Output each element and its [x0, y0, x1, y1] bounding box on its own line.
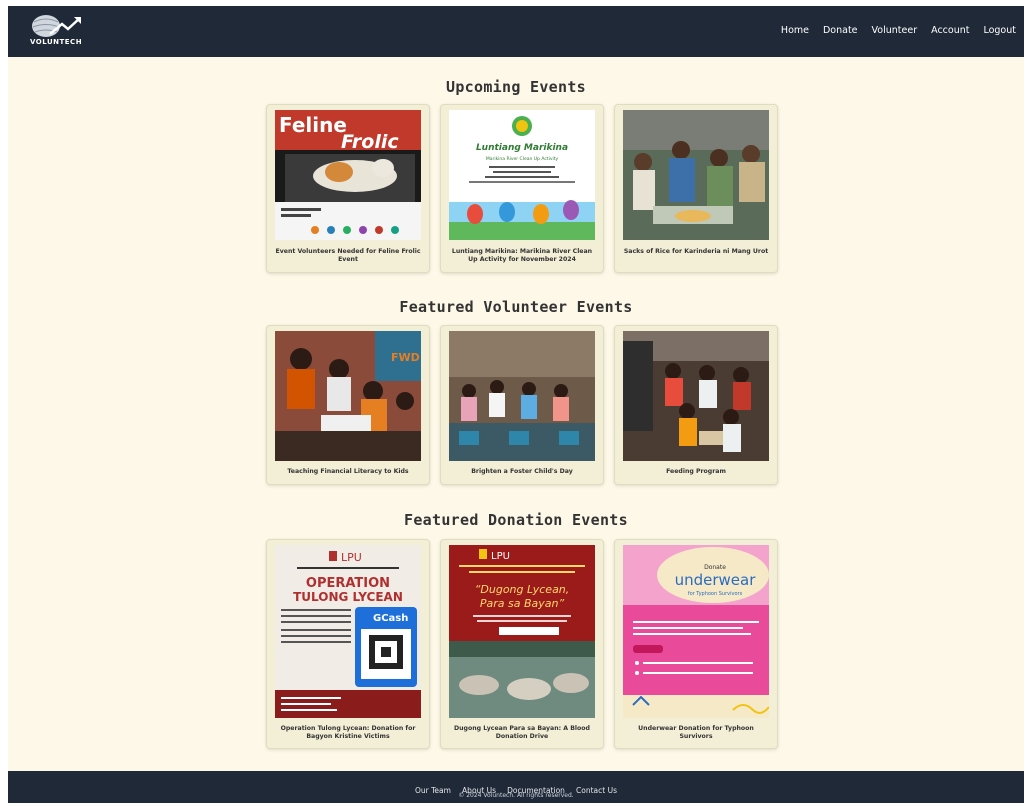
event-card-caption: Sacks of Rice for Karinderia ni Mang Uro… [623, 248, 769, 255]
voluntech-logo[interactable] [28, 14, 100, 52]
event-card[interactable]: Brighten a Foster Child's Day [440, 325, 604, 485]
poster-underwear-label: underwear [675, 571, 757, 589]
event-card-caption: Feeding Program [666, 468, 726, 475]
page: VOLUNTECH Home Donate Volunteer Account … [8, 6, 1024, 803]
event-card[interactable]: Feline Frolic Event Volunteers Needed fo… [266, 104, 430, 273]
poster-title-operation: OPERATION [306, 576, 390, 591]
nav-home-link[interactable]: Home [781, 25, 809, 36]
event-card-caption: Event Volunteers Needed for Feline Froli… [275, 248, 421, 263]
event-card[interactable]: FWD Teaching Financial Literacy to Kids [266, 325, 430, 485]
event-card-caption: Teaching Financial Literacy to Kids [287, 468, 409, 475]
poster-subtitle-cleanup: Marikina River Clean Up Activity [486, 156, 559, 162]
event-photo [623, 331, 769, 461]
event-photo [449, 331, 595, 461]
event-poster-image: Feline Frolic [275, 110, 421, 240]
poster-title-feline: Feline [279, 113, 347, 137]
poster-donate-label: Donate [704, 564, 726, 571]
event-card[interactable]: Sacks of Rice for Karinderia ni Mang Uro… [614, 104, 778, 273]
copyright-text: © 2024 Voluntech. All rights reserved. [458, 792, 574, 799]
svg-text:FWD: FWD [391, 351, 420, 364]
poster-title-tulong-lycean: TULONG LYCEAN [293, 590, 403, 604]
nav-account-link[interactable]: Account [931, 25, 969, 36]
poster-typhoon-label: for Typhoon Survivors [688, 591, 743, 597]
event-card[interactable]: LPU OPERATION TULONG LYCEAN GCash Operat… [266, 539, 430, 749]
featured-volunteer-events-title: Featured Volunteer Events [399, 298, 633, 316]
nav-volunteer-link[interactable]: Volunteer [872, 25, 918, 36]
event-card[interactable]: Donate underwear for Typhoon Survivors U… [614, 539, 778, 749]
poster-lpu-logo: LPU [491, 551, 510, 562]
event-poster-image: Donate underwear for Typhoon Survivors [623, 545, 769, 718]
event-card-caption: Operation Tulong Lycean: Donation for Ba… [280, 725, 416, 740]
event-card-caption: Luntiang Marikina: Marikina River Clean … [451, 248, 593, 263]
footer: Our Team About Us Documentation Contact … [8, 771, 1024, 803]
navbar: VOLUNTECH Home Donate Volunteer Account … [8, 6, 1024, 57]
event-card-caption: Brighten a Foster Child's Day [471, 468, 573, 475]
event-poster-image: Luntiang Marikina Marikina River Clean U… [449, 110, 595, 240]
event-card-caption: Dugong Lycean Para sa Bayan: A Blood Don… [454, 725, 590, 740]
poster-title-luntiang: Luntiang Marikina [476, 143, 568, 153]
featured-donation-events-title: Featured Donation Events [404, 511, 628, 529]
event-photo: FWD [275, 331, 421, 461]
brand-name: VOLUNTECH [30, 38, 83, 46]
event-card[interactable]: LPU “Dugong Lycean, Para sa Bayan” Dugon… [440, 539, 604, 749]
poster-lpu-logo: LPU [341, 551, 362, 564]
logo-globe-icon [32, 15, 81, 37]
event-card-caption: Underwear Donation for Typhoon Survivors [638, 725, 754, 740]
poster-title-para-sa-bayan: Para sa Bayan” [480, 597, 565, 610]
event-card[interactable]: Luntiang Marikina Marikina River Clean U… [440, 104, 604, 273]
poster-title-frolic: Frolic [341, 131, 399, 153]
event-poster-image: LPU OPERATION TULONG LYCEAN GCash [275, 545, 421, 718]
upcoming-events-title: Upcoming Events [446, 78, 586, 96]
nav-menu: Home Donate Volunteer Account Logout [781, 25, 1016, 36]
nav-donate-link[interactable]: Donate [823, 25, 858, 36]
event-poster-image: LPU “Dugong Lycean, Para sa Bayan” [449, 545, 595, 718]
nav-logout-link[interactable]: Logout [983, 25, 1016, 36]
poster-gcash-label: GCash [373, 613, 408, 624]
event-card[interactable]: Feeding Program [614, 325, 778, 485]
event-photo [623, 110, 769, 240]
poster-title-dugong: “Dugong Lycean, [475, 583, 570, 596]
